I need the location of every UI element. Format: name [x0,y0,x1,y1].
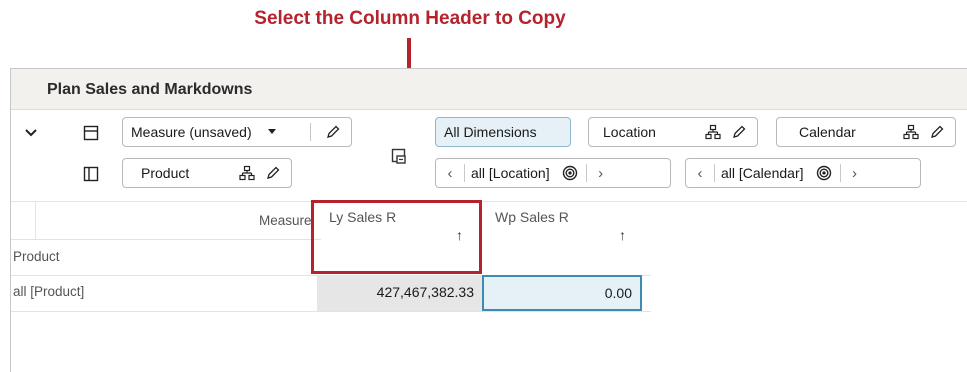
collapse-chevron-icon[interactable] [19,121,43,145]
chevron-left-icon[interactable]: ‹ [442,165,458,182]
value-cell-ly-sales-r[interactable]: 427,467,382.33 [317,275,482,311]
value-cell-wp-sales-r[interactable]: 0.00 [482,275,642,311]
pencil-icon[interactable] [729,122,749,142]
caret-down-icon [266,128,278,136]
chevron-right-icon[interactable]: › [847,165,863,182]
measure-dropdown[interactable]: Measure (unsaved) [122,117,352,147]
measure-header: Measure [259,213,312,228]
plan-sales-panel: Plan Sales and Markdowns Measure (unsave… [10,68,967,372]
product-dimension-label: Product [141,165,190,181]
chevron-right-icon[interactable]: › [593,165,609,182]
column-layout-icon[interactable] [79,162,103,186]
calendar-dimension-label: Calendar [799,124,856,140]
pencil-icon[interactable] [323,122,343,142]
location-dimension-label: Location [603,124,656,140]
row-label-all-product[interactable]: all [Product] [13,284,84,299]
target-icon[interactable] [560,163,580,183]
pivot-swap-icon[interactable] [389,146,411,168]
row-layout-icon[interactable] [79,121,103,145]
callout-highlight-box [311,200,482,274]
all-dimensions-button[interactable]: All Dimensions [435,117,571,147]
location-navigator: ‹ all [Location] › [435,158,671,188]
data-grid: Measure Ly Sales R ↑ Wp Sales R ↑ Produc… [11,201,967,372]
hierarchy-icon[interactable] [901,122,921,142]
product-dimension-pill[interactable]: Product [122,158,292,188]
chevron-left-icon[interactable]: ‹ [692,165,708,182]
pencil-icon[interactable] [263,163,283,183]
calendar-dimension-pill[interactable]: Calendar [776,117,956,147]
panel-header: Plan Sales and Markdowns [11,69,967,110]
pencil-icon[interactable] [927,122,947,142]
column-header-wp-sales-r[interactable]: Wp Sales R [495,209,569,225]
location-nav-value: all [Location] [471,165,550,181]
panel-title: Plan Sales and Markdowns [47,81,253,98]
sort-arrow-up-icon[interactable]: ↑ [619,227,626,243]
row-dimension-header: Product [13,249,60,264]
hierarchy-icon[interactable] [237,163,257,183]
calendar-nav-value: all [Calendar] [721,165,804,181]
measure-dropdown-label: Measure (unsaved) [131,124,252,140]
target-icon[interactable] [814,163,834,183]
hierarchy-icon[interactable] [703,122,723,142]
all-dimensions-label: All Dimensions [444,124,537,140]
location-dimension-pill[interactable]: Location [588,117,758,147]
calendar-navigator: ‹ all [Calendar] › [685,158,921,188]
callout-title: Select the Column Header to Copy [254,8,566,29]
